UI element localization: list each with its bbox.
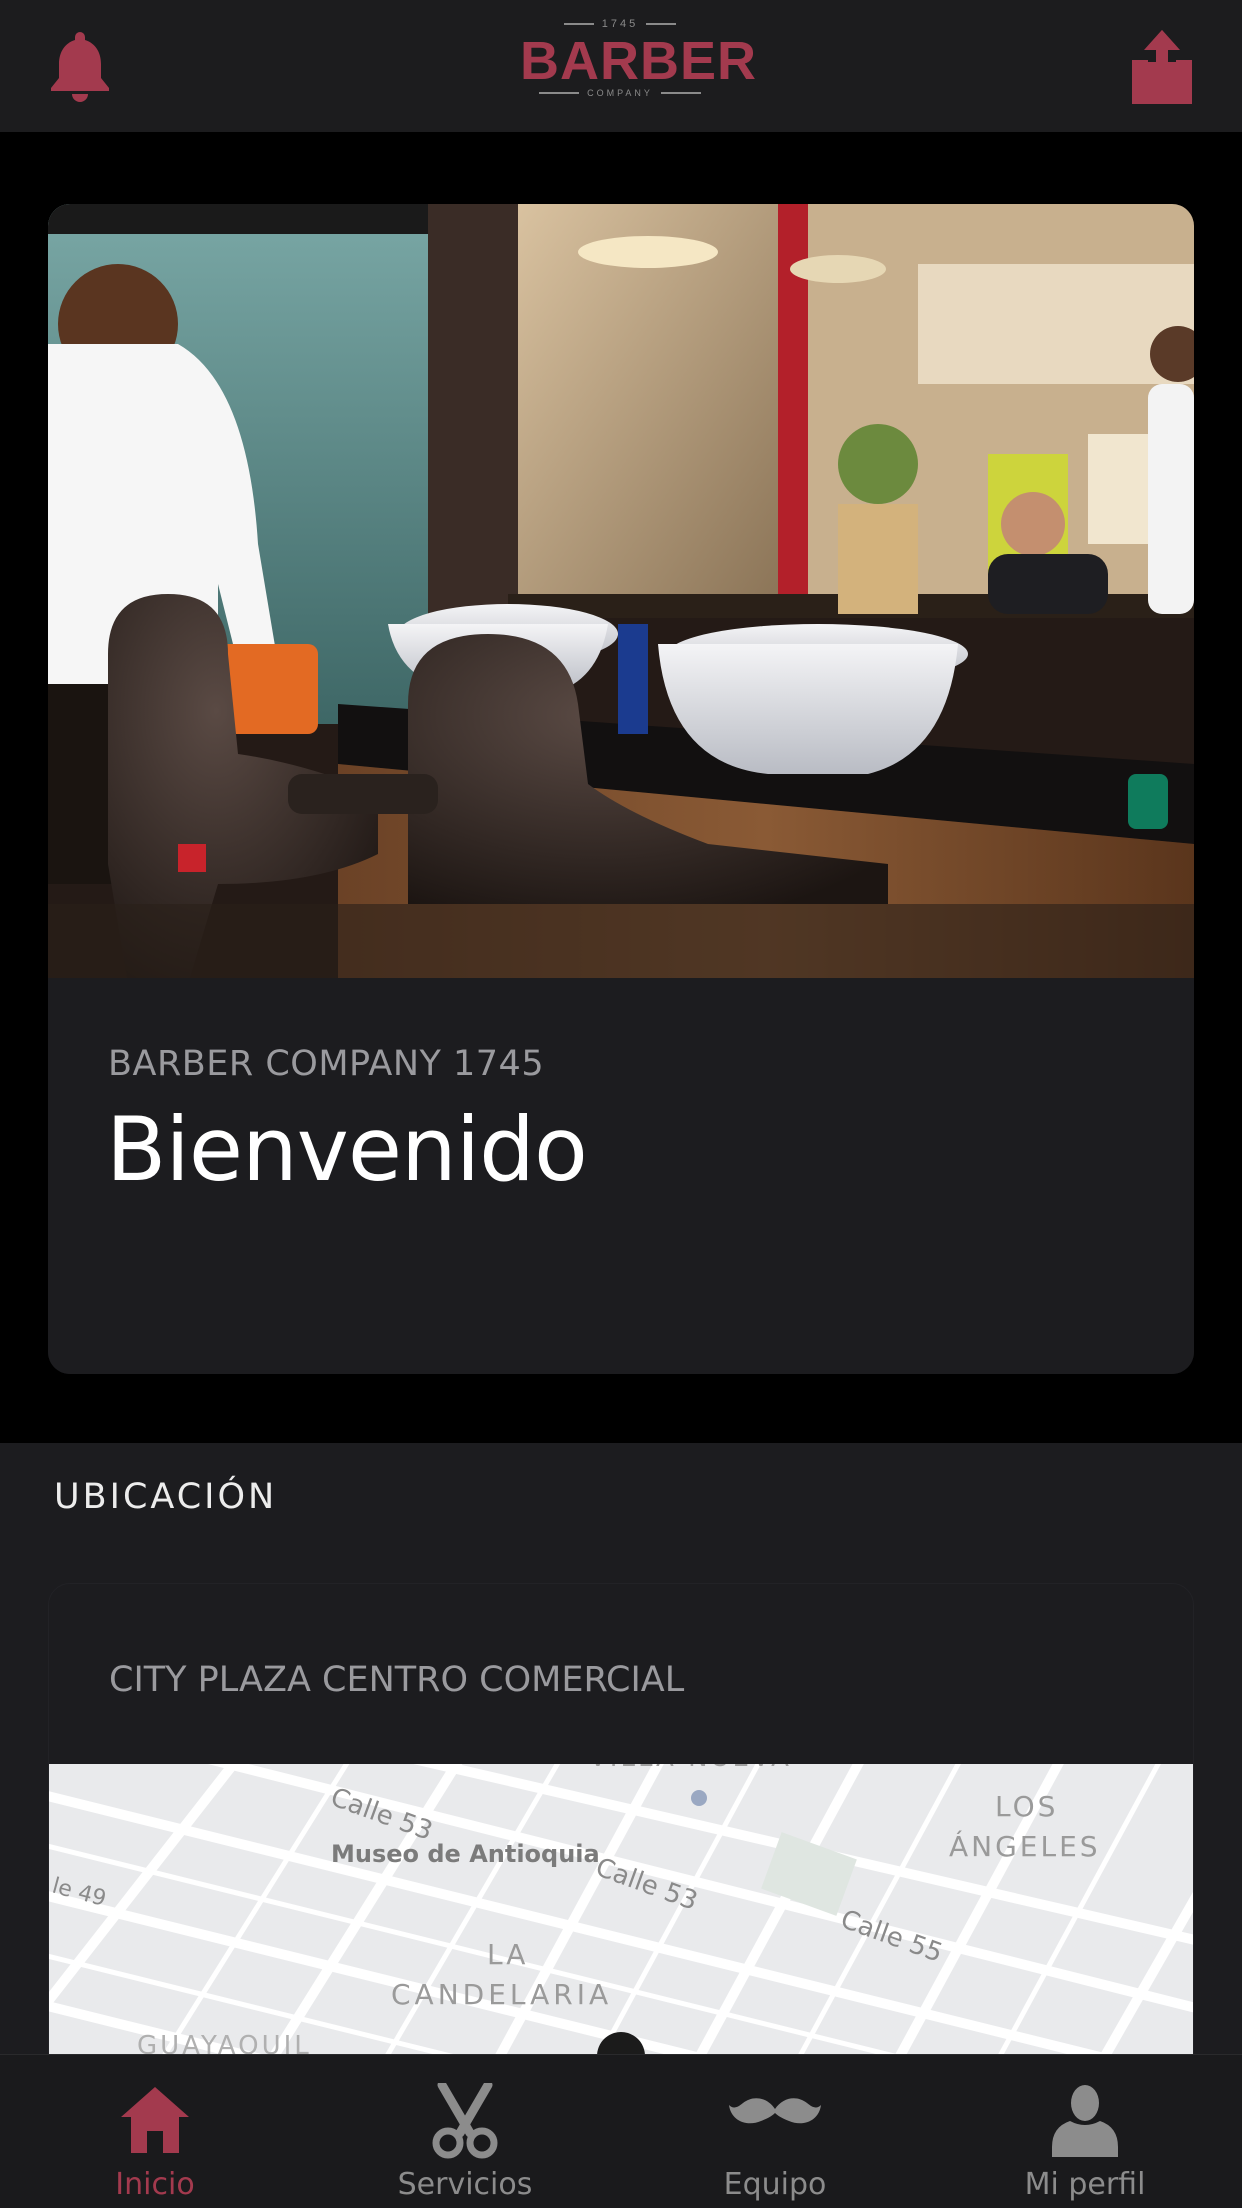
welcome-text-block: BARBER COMPANY 1745 Bienvenido	[48, 978, 1194, 1374]
map-label-angeles: ÁNGELES	[949, 1829, 1101, 1863]
barbershop-photo	[48, 204, 1194, 978]
tab-servicios[interactable]: Servicios	[310, 2055, 620, 2208]
tab-label-equipo: Equipo	[723, 2167, 827, 2202]
location-name: CITY PLAZA CENTRO COMERCIAL	[109, 1660, 685, 1700]
map-label-museo: Museo de Antioquia	[331, 1840, 600, 1868]
top-bar: 1745 BARBER COMPANY	[0, 0, 1242, 132]
map-label-los: LOS	[995, 1790, 1058, 1823]
logo-word: BARBER	[520, 31, 758, 91]
tab-inicio[interactable]: Inicio	[0, 2055, 310, 2208]
bell-icon[interactable]	[48, 28, 112, 104]
scissors-icon	[432, 2083, 498, 2159]
welcome-subtitle: BARBER COMPANY 1745	[108, 1044, 545, 1084]
barber-logo: 1745 BARBER COMPANY	[520, 18, 758, 114]
welcome-card[interactable]: BARBER COMPANY 1745 Bienvenido	[48, 204, 1194, 1374]
tab-label-servicios: Servicios	[397, 2167, 533, 2202]
bottom-tab-bar: Inicio Servicios Equipo Mi perfil	[0, 2054, 1242, 2208]
welcome-title: Bienvenido	[106, 1098, 588, 1201]
logo-year: 1745	[601, 18, 639, 30]
map-label-villa-nueva: VILLA NUEVA	[589, 1764, 792, 1773]
tab-equipo[interactable]: Equipo	[620, 2055, 930, 2208]
map-label-la: LA	[487, 1938, 528, 1971]
home-icon	[121, 2087, 189, 2153]
tab-mi-perfil[interactable]: Mi perfil	[930, 2055, 1240, 2208]
location-heading: UBICACIÓN	[54, 1477, 278, 1517]
app-root: 1745 BARBER COMPANY BARBER COMPANY 1745 …	[0, 0, 1242, 2208]
mustache-icon	[729, 2098, 821, 2124]
tab-label-inicio: Inicio	[115, 2167, 195, 2202]
logo-tagline: COMPANY	[587, 88, 653, 98]
share-icon[interactable]	[1130, 28, 1194, 106]
user-icon	[1052, 2085, 1118, 2157]
map-label-candelaria: CANDELARIA	[391, 1978, 612, 2011]
tab-label-mi-perfil: Mi perfil	[1024, 2167, 1146, 2202]
